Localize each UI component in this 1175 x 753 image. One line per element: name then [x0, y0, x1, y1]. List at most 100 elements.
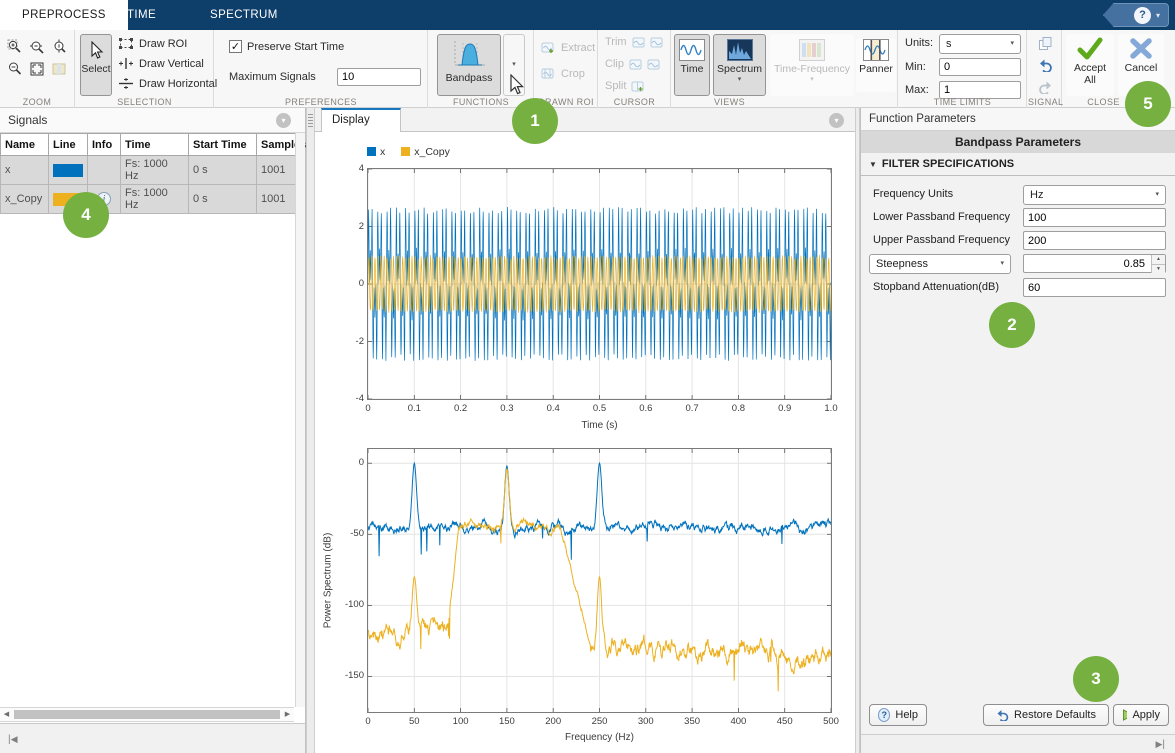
spectrum-plot[interactable]: 0501001502002503003504004505000-50-100-1…: [367, 448, 832, 713]
section-label-views: VIEWS: [672, 97, 787, 107]
col-time[interactable]: Time: [121, 134, 189, 156]
spinner-up-icon[interactable]: ▲: [1152, 255, 1165, 265]
undo-icon[interactable]: [1036, 56, 1054, 74]
tab-spectrum[interactable]: SPECTRUM: [188, 0, 300, 30]
signal-name[interactable]: x: [1, 156, 49, 185]
units-value: s: [946, 38, 952, 50]
draw-horizontal-button[interactable]: Draw Horizontal: [118, 77, 217, 90]
col-samples[interactable]: Samples: [257, 134, 297, 156]
table-row[interactable]: x_Copy i Fs: 1000 Hz 0 s 1001: [1, 185, 297, 214]
steepness-spinner[interactable]: ▲ ▼: [1023, 254, 1166, 274]
steepness-input[interactable]: [1023, 254, 1166, 273]
col-start-time[interactable]: Start Time: [189, 134, 257, 156]
col-info[interactable]: Info: [88, 134, 121, 156]
section-collapse-icon[interactable]: ▼: [869, 160, 877, 169]
signals-bottom-strip: |◀: [0, 723, 305, 753]
scroll-left-icon[interactable]: ◀: [0, 708, 13, 721]
select-button[interactable]: Select: [80, 34, 112, 96]
bandpass-label: Bandpass: [446, 72, 493, 84]
preserve-start-time-checkbox[interactable]: ✓ Preserve Start Time: [229, 40, 344, 53]
spectrum-view-label: Spectrum: [717, 63, 762, 75]
draw-vertical-label: Draw Vertical: [139, 58, 204, 70]
display-panel: Display ▾ x x_Copy 00.10.20.30.40.50.60.…: [315, 108, 856, 753]
frequency-units-label: Frequency Units: [873, 185, 953, 204]
tab-time[interactable]: TIME: [105, 0, 178, 30]
help-control[interactable]: ? ▾: [1103, 3, 1169, 27]
time-frequency-view-label: Time-Frequency: [774, 63, 850, 75]
display-collapse-icon[interactable]: ▾: [829, 113, 844, 128]
col-name[interactable]: Name: [1, 134, 49, 156]
signal-samples: 1001: [257, 156, 297, 185]
bandpass-button[interactable]: Bandpass: [437, 34, 501, 96]
signals-horizontal-scrollbar[interactable]: ◀ ▶: [0, 707, 294, 722]
steepness-dropdown[interactable]: Steepness ▾: [869, 254, 1011, 274]
help-button[interactable]: ? Help: [869, 704, 927, 726]
tab-display[interactable]: Display: [321, 108, 401, 132]
signal-samples: 1001: [257, 185, 297, 214]
stopband-attenuation-input[interactable]: [1023, 278, 1166, 297]
section-cursor: Trim Clip Split CURSOR: [599, 30, 671, 108]
time-plot-xlabel: Time (s): [367, 420, 832, 431]
filter-specifications-section[interactable]: ▼FILTER SPECIFICATIONS: [861, 153, 1175, 176]
annotation-badge-5: 5: [1125, 81, 1171, 127]
collapse-right-icon[interactable]: ▶|: [1155, 735, 1165, 753]
min-label: Min:: [905, 61, 926, 73]
toolstrip: ZOOM Select Draw ROI Draw Vertical Draw …: [0, 30, 1175, 108]
crop-icon: [541, 68, 556, 80]
splitter-grip-icon: [308, 114, 313, 128]
help-icon[interactable]: ?: [1134, 7, 1151, 24]
accept-all-label-1: Accept: [1074, 62, 1106, 74]
trim-icon-1: [632, 37, 645, 48]
zoom-out-icon[interactable]: [6, 60, 24, 78]
signal-analyzer-window: PREPROCESS TIME SPECTRUM ? ▾: [0, 0, 1175, 753]
extract-label: Extract: [561, 42, 595, 54]
units-dropdown[interactable]: s ▾: [939, 34, 1021, 54]
restore-defaults-button[interactable]: Restore Defaults: [983, 704, 1109, 726]
min-input[interactable]: [939, 58, 1021, 76]
frequency-units-dropdown[interactable]: Hz ▾: [1023, 185, 1166, 205]
lower-passband-input[interactable]: [1023, 208, 1166, 227]
maximum-signals-input[interactable]: [337, 68, 421, 86]
signals-vertical-scrollbar[interactable]: [295, 133, 305, 707]
signals-panel-title: Signals: [0, 108, 305, 133]
table-row[interactable]: x Fs: 1000 Hz 0 s 1001: [1, 156, 297, 185]
collapse-left-icon[interactable]: |◀: [8, 734, 18, 745]
section-signal: SIGNAL: [1028, 30, 1062, 108]
fit-to-view-icon[interactable]: [28, 60, 46, 78]
spectrum-view-button[interactable]: Spectrum ▾: [713, 34, 766, 96]
time-plot[interactable]: 00.10.20.30.40.50.60.70.80.91.0420-2-4: [367, 168, 832, 400]
chevron-down-icon: ▾: [1155, 192, 1159, 198]
app-tab-bar: PREPROCESS TIME SPECTRUM ? ▾: [0, 0, 1175, 30]
left-splitter[interactable]: [306, 108, 315, 753]
accept-all-button[interactable]: Accept All: [1066, 34, 1114, 96]
zoom-in-x-icon[interactable]: [28, 38, 46, 56]
duplicate-signal-icon: [1036, 34, 1054, 52]
scrollbar-thumb[interactable]: [14, 710, 280, 719]
trim-label: Trim: [605, 36, 627, 48]
mouse-cursor: [510, 74, 526, 99]
time-view-label: Time: [681, 63, 704, 75]
signal-name[interactable]: x_Copy: [1, 185, 49, 214]
annotation-badge-2: 2: [989, 302, 1035, 348]
col-line[interactable]: Line: [49, 134, 88, 156]
line-swatch[interactable]: [53, 164, 83, 177]
signal-time: Fs: 1000 Hz: [121, 156, 189, 185]
scroll-right-icon[interactable]: ▶: [281, 708, 294, 721]
section-label-cursor: CURSOR: [599, 97, 670, 107]
chevron-down-icon: ▾: [1010, 41, 1014, 47]
restore-icon: [996, 709, 1009, 721]
draw-roi-button[interactable]: Draw ROI: [118, 37, 187, 50]
fn-bottom-strip: ▶|: [861, 734, 1175, 753]
time-view-button[interactable]: Time: [674, 34, 710, 96]
draw-vertical-button[interactable]: Draw Vertical: [118, 57, 204, 70]
checkbox-checked-icon[interactable]: ✓: [229, 40, 242, 53]
upper-passband-input[interactable]: [1023, 231, 1166, 250]
zoom-in-icon[interactable]: [6, 38, 24, 56]
time-frequency-view-button: Time-Frequency ▾: [770, 34, 854, 96]
zoom-in-y-icon[interactable]: [50, 38, 68, 56]
signals-collapse-icon[interactable]: ▾: [276, 113, 291, 128]
spinner-down-icon[interactable]: ▼: [1152, 265, 1165, 274]
apply-button[interactable]: Apply: [1113, 704, 1169, 726]
panner-button[interactable]: Panner: [856, 38, 896, 92]
chevron-down-icon: ▾: [1000, 261, 1004, 267]
